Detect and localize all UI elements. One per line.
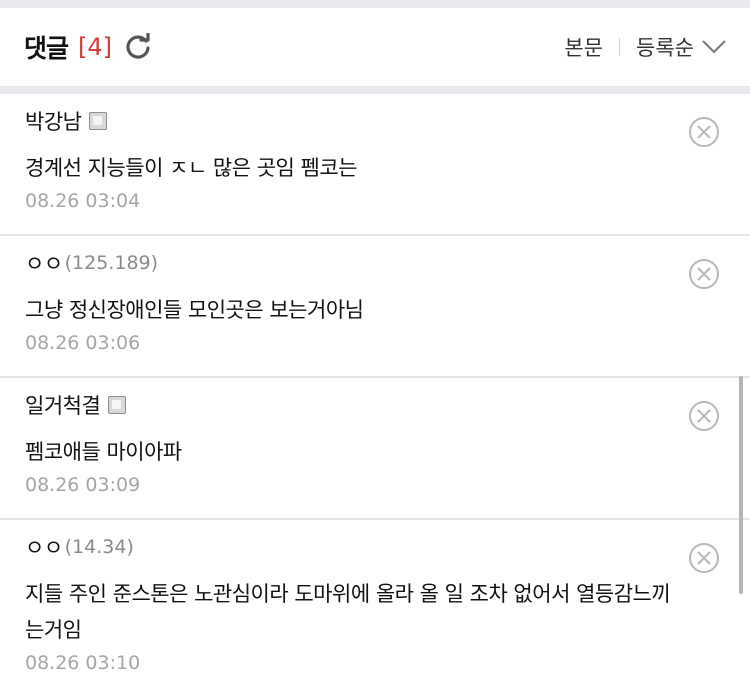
comment-author[interactable]: ㅇㅇ [25,532,63,562]
comment-item: 박강남 경계선 지능들이 ㅈㄴ 많은 곳임 펨코는 08.26 03:04 [0,94,750,236]
control-separator [619,38,621,56]
sort-dropdown[interactable]: 등록순 [636,32,726,62]
comment-header: 댓글 [4] 본문 등록순 [0,8,750,86]
delete-comment-icon[interactable] [688,400,720,432]
delete-comment-icon[interactable] [688,258,720,290]
comment-time: 08.26 03:04 [25,190,141,212]
comment-author[interactable]: 일거척결 [25,390,101,420]
comment-author-line: ㅇㅇ (14.34) [25,532,680,562]
delete-comment-icon[interactable] [688,542,720,574]
comment-item: 일거척결 펨코애들 마이아파 08.26 03:09 [0,378,750,520]
comment-title: 댓글 [24,34,69,63]
comment-item: ㅇㅇ (14.34) 지들 주인 준스톤은 노관심이라 도마위에 올라 올 일 … [0,520,750,684]
top-divider [0,0,750,8]
comment-time: 08.26 03:10 [25,652,141,674]
comment-ip: (14.34) [64,536,134,558]
refresh-icon[interactable] [124,33,152,61]
comment-item: ㅇㅇ (125.189) 그냥 정신장애인들 모인곳은 보는거아님 08.26 … [0,236,750,378]
comment-list: 박강남 경계선 지능들이 ㅈㄴ 많은 곳임 펨코는 08.26 03:04 ㅇㅇ… [0,94,750,684]
fixed-nick-badge-icon [89,112,108,130]
comment-text: 경계선 지능들이 ㅈㄴ 많은 곳임 펨코는 [25,156,358,180]
comment-title-group: 댓글 [4] [24,29,152,65]
header-divider [0,86,750,94]
chevron-down-icon [702,40,726,54]
comment-controls: 본문 등록순 [564,32,726,62]
comment-text: 펨코애들 마이아파 [25,440,182,464]
sort-label: 등록순 [636,36,694,60]
comment-author[interactable]: ㅇㅇ [25,248,63,278]
comment-author-line: 박강남 [25,106,680,136]
delete-comment-icon[interactable] [688,116,720,148]
view-article-button[interactable]: 본문 [564,32,603,62]
comment-time: 08.26 03:09 [25,474,141,496]
comment-text: 그냥 정신장애인들 모인곳은 보는거아님 [25,298,364,322]
fixed-nick-badge-icon [108,396,127,414]
comment-author-line: ㅇㅇ (125.189) [25,248,680,278]
comment-time: 08.26 03:06 [25,332,141,354]
scrollbar[interactable] [739,376,743,594]
comment-author[interactable]: 박강남 [25,106,82,136]
comment-count: [4] [78,33,113,61]
comment-ip: (125.189) [64,252,159,274]
comment-author-line: 일거척결 [25,390,680,420]
comment-text: 지들 주인 준스톤은 노관심이라 도마위에 올라 올 일 조차 없어서 열등감느… [25,582,671,642]
